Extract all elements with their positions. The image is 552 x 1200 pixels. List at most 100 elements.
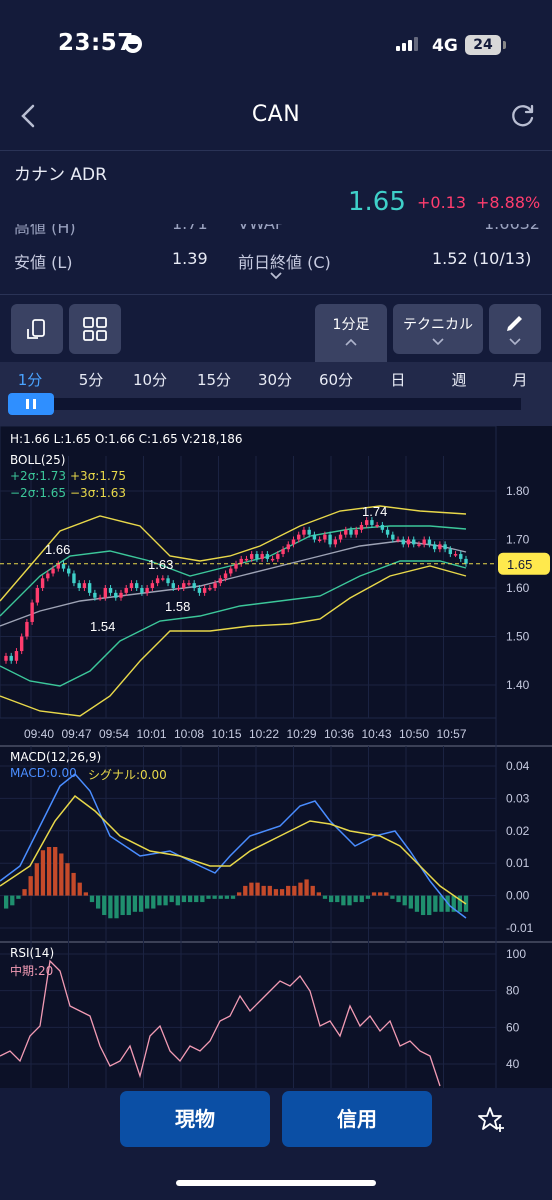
candle-body — [244, 558, 249, 561]
candle-body — [67, 568, 71, 574]
rotate-button[interactable] — [11, 304, 63, 354]
candle-body — [134, 583, 139, 588]
timeframe-tab-3[interactable]: 15分 — [190, 369, 238, 390]
quote-row-clipped: 高値 (H) 1.71 VWAP 1.6632 — [14, 224, 544, 236]
candle-body — [145, 588, 149, 593]
vwap-value: 1.6632 — [484, 224, 540, 233]
price-annotation: 1.58 — [165, 599, 190, 614]
time-tick: 10:01 — [137, 727, 167, 741]
timeframe-tab-0[interactable]: 1分 — [6, 369, 54, 390]
macd-histogram-bar — [328, 895, 334, 903]
candle-body — [61, 563, 66, 569]
candle-body — [119, 592, 123, 598]
rsi-tick: 60 — [506, 1020, 520, 1034]
rsi-mid: 中期:20 — [10, 964, 54, 978]
chart-scrollbar[interactable] — [8, 398, 521, 410]
macd-histogram-bar — [341, 895, 346, 906]
margin-trade-button[interactable]: 信用 — [282, 1091, 432, 1147]
candle-body — [77, 583, 81, 588]
macd-histogram-bar — [89, 895, 95, 903]
macd-histogram-bar — [273, 889, 279, 896]
low-value: 1.39 — [172, 249, 208, 268]
macd-histogram-bar — [335, 895, 340, 903]
rsi-title: RSI(14) — [10, 946, 55, 960]
time-tick: 10:15 — [212, 727, 242, 741]
candle-body — [82, 583, 87, 588]
candle-body — [391, 534, 395, 540]
spot-trade-button[interactable]: 現物 — [120, 1091, 270, 1147]
macd-histogram-bar — [427, 895, 432, 916]
boll-minus3: −3σ:1.63 — [70, 486, 127, 500]
timeframe-tab-1[interactable]: 5分 — [67, 369, 115, 390]
candle-body — [317, 539, 322, 541]
candle-body — [333, 539, 338, 545]
candle-body — [171, 583, 175, 588]
macd-histogram-bar — [396, 895, 401, 903]
macd-histogram-bar — [310, 885, 315, 896]
scroll-handle[interactable] — [8, 393, 54, 415]
macd-histogram-bar — [53, 847, 58, 896]
page-title: CAN — [251, 102, 301, 127]
candle-body — [30, 602, 34, 622]
candle-body — [192, 583, 196, 588]
candle-body — [161, 578, 165, 580]
timeframe-tab-6[interactable]: 日 — [374, 369, 422, 390]
candle-body — [370, 520, 374, 525]
battery-tip — [503, 41, 506, 49]
candle-body — [380, 524, 385, 530]
rsi-line — [0, 959, 441, 1087]
candle-body — [265, 554, 270, 559]
time-tick: 09:54 — [99, 727, 129, 741]
signal-icon — [396, 37, 422, 51]
draw-button[interactable] — [489, 304, 541, 354]
stock-name: カナン ADR — [14, 165, 107, 185]
timeframe-tab-7[interactable]: 週 — [435, 369, 483, 390]
macd-histogram-bar — [46, 847, 52, 896]
macd-tick: -0.01 — [506, 921, 534, 935]
macd-histogram-bar — [102, 895, 107, 916]
divider — [0, 150, 552, 151]
candle-body — [443, 544, 447, 550]
timeframe-tab-2[interactable]: 10分 — [126, 369, 174, 390]
candle-body — [87, 583, 92, 593]
macd-histogram-bar — [230, 895, 236, 899]
candle-body — [155, 578, 160, 584]
candle-body — [197, 588, 202, 593]
current-price: 1.65 — [348, 187, 406, 217]
star-plus-icon[interactable] — [477, 1106, 507, 1134]
timeframe-tab-4[interactable]: 30分 — [251, 369, 299, 390]
low-label: 安値 (L) — [14, 253, 73, 272]
candle-body — [375, 524, 379, 527]
time-tick: 10:57 — [437, 727, 467, 741]
time-tick: 10:36 — [324, 727, 354, 741]
candle-body — [359, 524, 364, 530]
candle-body — [297, 534, 301, 540]
macd-histogram-bar — [365, 895, 371, 899]
timeframe-tab-5[interactable]: 60分 — [312, 369, 360, 390]
macd-histogram-bar — [71, 872, 76, 896]
candle-body — [176, 588, 181, 590]
timeframe-dropdown[interactable]: 1分足 — [315, 304, 387, 362]
reload-icon[interactable] — [510, 103, 536, 129]
vwap-label: VWAP — [238, 224, 284, 233]
layout-button[interactable] — [69, 304, 121, 354]
candle-body — [459, 554, 463, 559]
rsi-tick: 100 — [506, 947, 526, 961]
candle-body — [312, 534, 317, 540]
macd-histogram-bar — [34, 863, 39, 896]
time-tick: 10:43 — [362, 727, 392, 741]
timeframe-tab-8[interactable]: 月 — [496, 369, 544, 390]
technical-dropdown[interactable]: テクニカル — [393, 304, 483, 354]
macd-tick: 0.03 — [506, 791, 530, 805]
price-annotation: 1.54 — [90, 619, 115, 634]
candle-body — [412, 539, 416, 545]
macd-histogram-bar — [420, 895, 426, 916]
chevron-down-icon[interactable] — [270, 272, 282, 280]
candle-body — [223, 573, 228, 579]
chevron-down-icon — [509, 338, 521, 346]
candle-body — [328, 534, 332, 545]
candle-body — [323, 534, 327, 540]
candle-body — [453, 554, 458, 556]
pen-icon — [507, 316, 522, 331]
candle-body — [291, 539, 296, 545]
